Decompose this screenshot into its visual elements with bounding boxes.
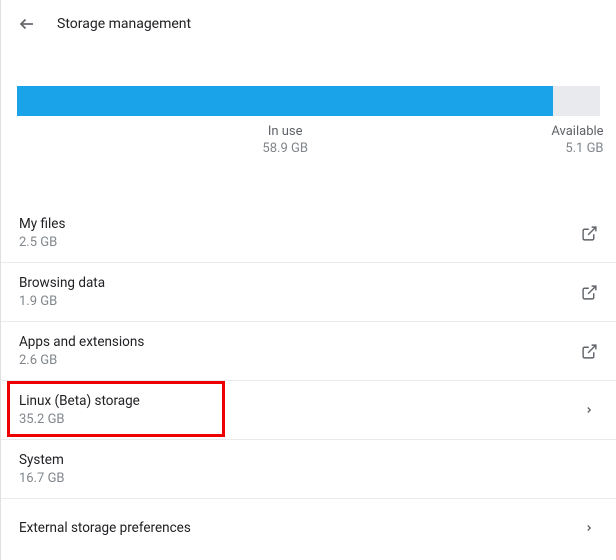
chevron-right-icon xyxy=(580,401,598,419)
item-text: External storage preferences xyxy=(19,520,191,536)
item-title: External storage preferences xyxy=(19,520,191,536)
page-title: Storage management xyxy=(57,16,191,32)
item-sub: 1.9 GB xyxy=(19,294,105,309)
item-title: Linux (Beta) storage xyxy=(19,393,140,409)
storage-item-browsing-data[interactable]: Browsing data 1.9 GB xyxy=(1,263,616,322)
chevron-right-icon xyxy=(580,519,598,537)
no-icon xyxy=(580,460,598,478)
item-title: My files xyxy=(19,216,65,232)
item-sub: 35.2 GB xyxy=(19,412,140,427)
in-use-label: In use xyxy=(17,124,553,139)
available-label: Available xyxy=(551,124,603,139)
available-label-group: Available 5.1 GB xyxy=(551,124,603,156)
storage-item-my-files[interactable]: My files 2.5 GB xyxy=(1,204,616,263)
item-text: System 16.7 GB xyxy=(19,452,65,486)
item-title: Browsing data xyxy=(19,275,105,291)
storage-list: My files 2.5 GB Browsing data 1.9 GB App xyxy=(1,204,616,557)
header: Storage management xyxy=(1,0,616,48)
external-link-icon xyxy=(580,283,598,301)
item-text: Browsing data 1.9 GB xyxy=(19,275,105,309)
storage-bar-used xyxy=(17,86,553,116)
item-title: System xyxy=(19,452,65,468)
arrow-left-icon xyxy=(18,15,36,33)
storage-item-external-prefs[interactable]: External storage preferences xyxy=(1,499,616,557)
item-sub: 16.7 GB xyxy=(19,471,65,486)
external-link-icon xyxy=(580,224,598,242)
item-text: My files 2.5 GB xyxy=(19,216,65,250)
item-sub: 2.6 GB xyxy=(19,353,144,368)
external-link-icon xyxy=(580,342,598,360)
item-text: Apps and extensions 2.6 GB xyxy=(19,334,144,368)
available-value: 5.1 GB xyxy=(551,141,603,156)
item-sub: 2.5 GB xyxy=(19,235,65,250)
in-use-value: 58.9 GB xyxy=(17,141,553,156)
storage-labels: In use 58.9 GB Available 5.1 GB xyxy=(17,124,600,156)
item-text: Linux (Beta) storage 35.2 GB xyxy=(19,393,140,427)
in-use-label-group: In use 58.9 GB xyxy=(17,124,553,156)
storage-item-apps-extensions[interactable]: Apps and extensions 2.6 GB xyxy=(1,322,616,381)
storage-bar xyxy=(17,86,600,116)
storage-item-system[interactable]: System 16.7 GB xyxy=(1,440,616,499)
back-button[interactable] xyxy=(17,14,37,34)
storage-item-linux-beta[interactable]: Linux (Beta) storage 35.2 GB xyxy=(1,381,616,440)
storage-bar-section: In use 58.9 GB Available 5.1 GB xyxy=(1,48,616,156)
item-title: Apps and extensions xyxy=(19,334,144,350)
